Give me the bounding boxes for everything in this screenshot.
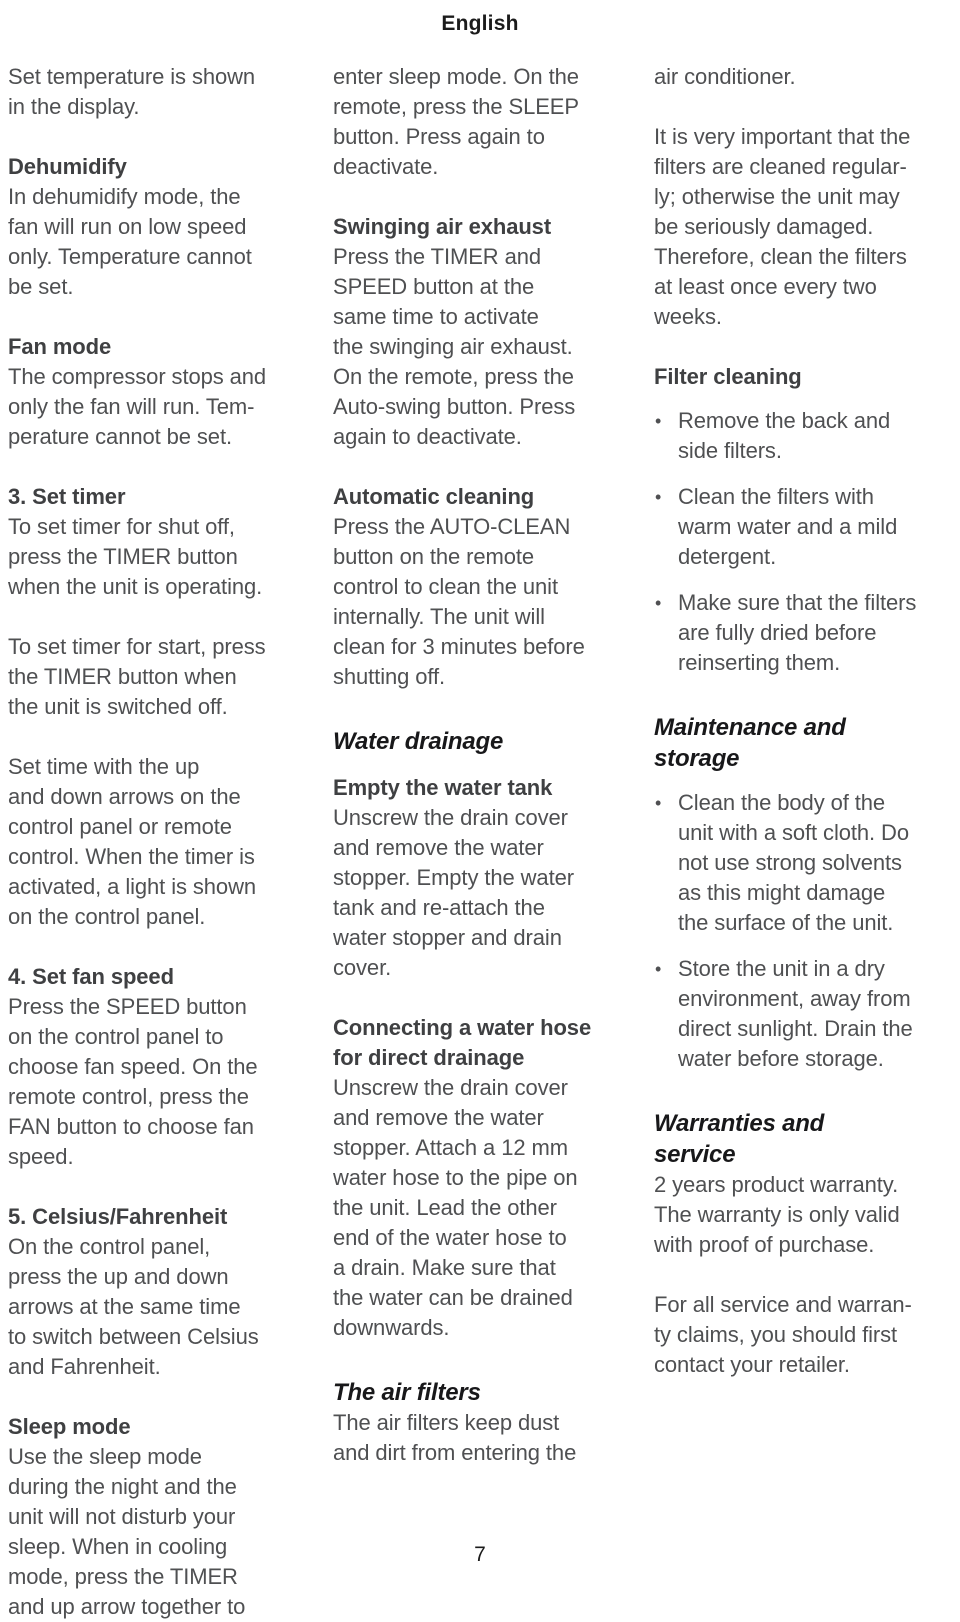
body-paragraph: It is very important that the filters ar… bbox=[654, 124, 911, 329]
column-left: Set temperature is shown in the display.… bbox=[0, 62, 320, 1622]
body-paragraph: enter sleep mode. On the remote, press t… bbox=[333, 64, 579, 179]
body-paragraph: For all service and warran- ty claims, y… bbox=[654, 1292, 912, 1377]
sub-heading: 4. Set fan speed bbox=[8, 964, 174, 989]
body-paragraph: To set timer for start, press the TIMER … bbox=[8, 634, 266, 719]
bullet-dot-icon: • bbox=[655, 793, 662, 813]
page-header-language: English bbox=[441, 12, 519, 35]
list-item-text: Store the unit in a dry environment, awa… bbox=[678, 956, 913, 1071]
sub-heading: Automatic cleaning bbox=[333, 484, 535, 509]
list-item-text: Remove the back and side filters. bbox=[678, 408, 891, 463]
sub-heading: Connecting a water hose for direct drain… bbox=[333, 1015, 592, 1070]
body-paragraph: Set time with the up and down arrows on … bbox=[8, 754, 256, 929]
body-paragraph: Use the sleep mode during the night and … bbox=[8, 1444, 246, 1619]
body-paragraph: On the control panel, press the up and d… bbox=[8, 1234, 259, 1379]
section-heading: The air filters bbox=[333, 1379, 481, 1406]
list-item: • Clean the filters with warm water and a… bbox=[654, 482, 954, 572]
bullet-dot-icon: • bbox=[655, 959, 662, 979]
list-item-text: Clean the body of the unit with a soft c… bbox=[678, 790, 909, 935]
manual-page: English Set temperature is shown in the … bbox=[0, 0, 960, 1619]
sub-heading: Filter cleaning bbox=[654, 364, 802, 389]
body-paragraph: The compressor stops and only the fan wi… bbox=[8, 364, 267, 449]
list-item: • Make sure that the filters are fully dr… bbox=[654, 588, 954, 678]
section-heading: Maintenance and storage bbox=[654, 714, 846, 772]
page-number: 7 bbox=[474, 1543, 486, 1566]
sub-heading: Swinging air exhaust bbox=[333, 214, 552, 239]
list-item: • Remove the back and side filters. bbox=[654, 406, 954, 466]
body-paragraph: To set timer for shut off, press the TIM… bbox=[8, 514, 263, 599]
body-paragraph: air conditioner. bbox=[654, 64, 796, 89]
list-item: • Store the unit in a dry environment, aw… bbox=[654, 954, 954, 1074]
body-paragraph: In dehumidify mode, the fan will run on … bbox=[8, 184, 252, 299]
bullet-dot-icon: • bbox=[655, 593, 662, 613]
body-paragraph: 2 years product warranty. The warranty i… bbox=[654, 1172, 900, 1257]
sub-heading: Fan mode bbox=[8, 334, 112, 359]
list-item-text: Clean the filters with warm water and a … bbox=[678, 484, 898, 569]
body-paragraph: Unscrew the drain cover and remove the w… bbox=[333, 805, 574, 980]
body-paragraph: Unscrew the drain cover and remove the w… bbox=[333, 1075, 578, 1340]
list-item-text: Make sure that the filters are fully dri… bbox=[678, 590, 917, 675]
sub-heading: Sleep mode bbox=[8, 1414, 131, 1439]
sub-heading: Dehumidify bbox=[8, 154, 127, 179]
column-right: air conditioner. It is very important tha… bbox=[640, 62, 960, 1380]
bullet-list: • Remove the back and side filters. • Clean… bbox=[654, 406, 954, 678]
bullet-dot-icon: • bbox=[655, 411, 662, 431]
three-column-body: Set temperature is shown in the display.… bbox=[0, 62, 960, 1619]
body-paragraph: Press the TIMER and SPEED button at the … bbox=[333, 244, 576, 449]
sub-heading: 3. Set timer bbox=[8, 484, 126, 509]
section-heading: Warranties and service bbox=[654, 1110, 825, 1168]
body-paragraph: Press the SPEED button on the control pa… bbox=[8, 994, 258, 1169]
sub-heading: Empty the water tank bbox=[333, 775, 553, 800]
body-paragraph: Press the AUTO-CLEAN button on the remot… bbox=[333, 514, 585, 689]
bullet-dot-icon: • bbox=[655, 487, 662, 507]
body-paragraph: Set temperature is shown in the display. bbox=[8, 64, 256, 119]
sub-heading: 5. Celsius/Fahrenheit bbox=[8, 1204, 228, 1229]
bullet-list: • Clean the body of the unit with a soft … bbox=[654, 788, 954, 1074]
section-heading: Water drainage bbox=[333, 728, 504, 755]
body-paragraph: The air filters keep dust and dirt from … bbox=[333, 1410, 577, 1465]
column-middle: enter sleep mode. On the remote, press t… bbox=[320, 62, 640, 1468]
list-item: • Clean the body of the unit with a soft … bbox=[654, 788, 954, 938]
